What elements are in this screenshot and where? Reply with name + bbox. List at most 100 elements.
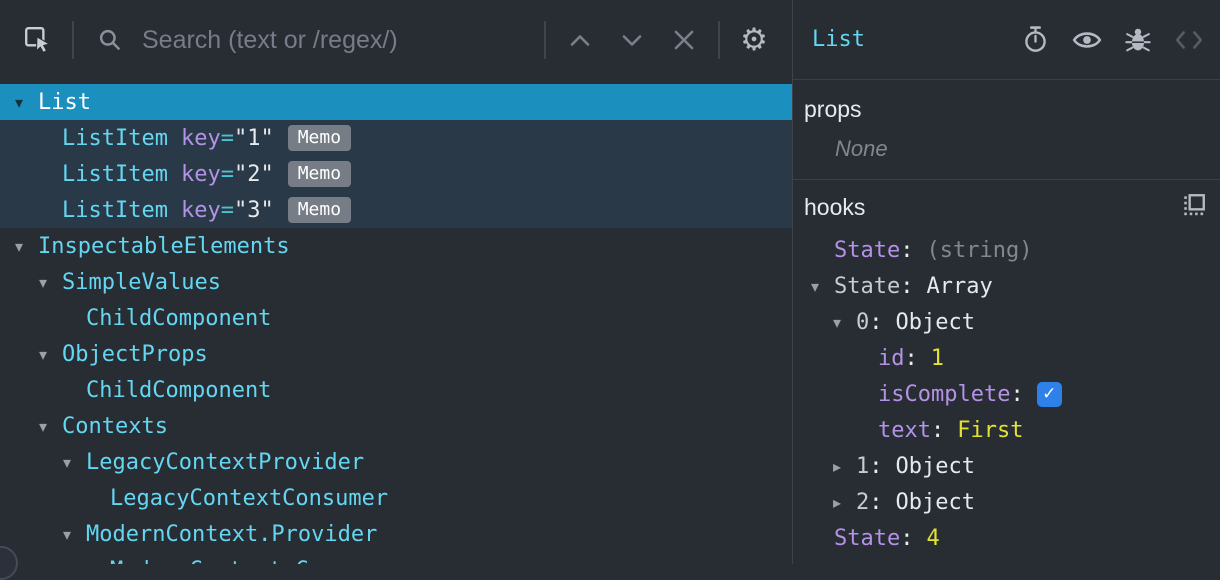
hook-value: Object xyxy=(895,453,975,479)
tree-row[interactable]: ▾ Contexts xyxy=(0,408,792,444)
hook-name: State xyxy=(834,237,901,263)
suspense-toggle-button[interactable] xyxy=(1022,25,1049,54)
settings-button[interactable]: ⚙ xyxy=(728,14,780,66)
toolbar-divider xyxy=(718,21,720,59)
hook-row: id:1 xyxy=(793,340,1220,376)
hook-row: ▾ State: Array xyxy=(793,268,1220,304)
search-box xyxy=(82,24,536,56)
expand-arrow-icon[interactable]: ▾ xyxy=(62,525,86,544)
expand-arrow-icon[interactable]: ▾ xyxy=(62,453,86,472)
code-brackets-icon xyxy=(1175,30,1203,49)
hook-colon: : xyxy=(869,309,883,335)
expand-arrow-icon[interactable]: ▾ xyxy=(38,273,62,292)
component-name: List xyxy=(38,89,91,115)
hook-name: State xyxy=(834,525,901,551)
inspect-dom-button[interactable] xyxy=(1072,28,1102,52)
hook-name: isComplete xyxy=(878,381,1011,407)
expand-arrow-icon[interactable]: ▾ xyxy=(38,345,62,364)
key-attr-name: key xyxy=(180,197,221,223)
inspected-element-panel: List props None hooks State: (string) ▾… xyxy=(793,0,1220,564)
hooks-tree: State: (string) ▾ State: Array ▾ 0: Object id:1 i… xyxy=(793,232,1220,564)
expand-arrow-icon[interactable]: ▸ xyxy=(833,493,856,512)
tree-row[interactable]: ▾ ObjectProps xyxy=(0,336,792,372)
gear-icon: ⚙ xyxy=(740,21,768,58)
tree-row[interactable]: ListItem key = "1" Memo xyxy=(0,120,792,156)
tree-row[interactable]: ▾ List xyxy=(0,84,792,120)
view-source-button[interactable] xyxy=(1174,29,1204,51)
clear-search-button[interactable] xyxy=(658,14,710,66)
inspect-element-button[interactable] xyxy=(12,14,64,66)
chevron-up-icon xyxy=(570,35,590,46)
expand-arrow-icon[interactable]: ▾ xyxy=(811,277,834,296)
component-name: ListItem xyxy=(62,197,168,223)
chevron-down-icon xyxy=(622,35,642,46)
props-empty-value: None xyxy=(835,136,888,161)
expand-arrow-icon[interactable]: ▾ xyxy=(833,313,856,332)
hook-name: text xyxy=(878,417,931,443)
tree-row[interactable]: ▾ LegacyContextProvider xyxy=(0,444,792,480)
bug-icon xyxy=(1125,28,1151,52)
hook-value[interactable]: First xyxy=(957,418,1023,443)
inspected-component-title: List xyxy=(812,27,865,52)
hook-value[interactable]: 1 xyxy=(931,346,944,371)
tree-row[interactable]: ModernContext.Consumer xyxy=(0,552,792,565)
key-attr-equals: = xyxy=(220,161,234,187)
hook-colon: : xyxy=(904,345,918,371)
expand-arrow-icon[interactable]: ▸ xyxy=(833,457,856,476)
tree-row[interactable]: ▾ InspectableElements xyxy=(0,228,792,264)
react-devtools-window: ⚙ ▾ListListItemkey="1"MemoListItemkey="2… xyxy=(0,0,1220,580)
props-label: props xyxy=(804,96,862,122)
expand-arrow-icon[interactable]: ▾ xyxy=(14,237,38,256)
hook-name: State xyxy=(834,273,901,299)
hook-value[interactable]: 4 xyxy=(926,526,939,551)
hook-colon: : xyxy=(900,273,914,299)
tree-row[interactable]: ▾ ModernContext.Provider xyxy=(0,516,792,552)
hook-row: text: First xyxy=(793,412,1220,448)
hook-row: ▸ 2: Object xyxy=(793,484,1220,520)
component-name: ModernContext.Provider xyxy=(86,521,378,547)
expand-arrow-icon[interactable]: ▾ xyxy=(14,93,38,112)
hook-row: State: (string) xyxy=(793,232,1220,268)
header-icon-group xyxy=(1022,25,1204,54)
hooks-section: hooks State: (string) ▾ State: Array ▾ 0: Objec… xyxy=(793,180,1220,564)
tree-row[interactable]: ChildComponent xyxy=(0,372,792,408)
component-name: ObjectProps xyxy=(62,341,208,367)
hook-value: Object xyxy=(895,309,975,335)
tree-row[interactable]: ListItem key = "2" Memo xyxy=(0,156,792,192)
memo-badge: Memo xyxy=(287,160,352,188)
checkbox-checked[interactable]: ✓ xyxy=(1036,381,1062,407)
key-attr-name: key xyxy=(180,161,221,187)
hook-value: (string) xyxy=(926,237,1033,263)
tree-row[interactable]: ▾ SimpleValues xyxy=(0,264,792,300)
inspect-element-icon xyxy=(25,27,51,54)
hook-colon: : xyxy=(869,453,883,479)
expand-arrow-icon[interactable]: ▾ xyxy=(38,417,62,436)
component-name: Contexts xyxy=(62,413,168,439)
hook-row: Callback:f () xyxy=(793,556,1220,565)
tree-row[interactable]: ListItem key = "3" Memo xyxy=(0,192,792,228)
parse-hook-names-button[interactable] xyxy=(1181,192,1207,218)
tree-row[interactable]: LegacyContextConsumer xyxy=(0,480,792,516)
hook-value: Object xyxy=(895,489,975,515)
next-result-button[interactable] xyxy=(606,14,658,66)
key-attr-value: "1" xyxy=(233,125,274,151)
hook-name: 2 xyxy=(856,489,870,515)
stopwatch-icon xyxy=(1025,26,1046,52)
component-name: LegacyContextConsumer xyxy=(110,485,389,511)
memo-badge: Memo xyxy=(287,196,352,224)
previous-result-button[interactable] xyxy=(554,14,606,66)
key-attr-value: "3" xyxy=(233,197,274,223)
hook-name: 1 xyxy=(856,453,870,479)
log-to-console-button[interactable] xyxy=(1125,26,1151,53)
components-tree-panel: ⚙ ▾ListListItemkey="1"MemoListItemkey="2… xyxy=(0,0,793,580)
component-name: ChildComponent xyxy=(86,305,272,331)
hook-row: State:4 xyxy=(793,520,1220,556)
search-icon xyxy=(99,29,120,50)
search-input[interactable] xyxy=(140,24,536,56)
component-name: SimpleValues xyxy=(62,269,221,295)
close-icon xyxy=(674,30,694,50)
tree-row[interactable]: ChildComponent xyxy=(0,300,792,336)
hook-colon: : xyxy=(1010,381,1024,407)
hook-colon: : xyxy=(900,525,914,551)
eye-icon xyxy=(1072,31,1102,48)
